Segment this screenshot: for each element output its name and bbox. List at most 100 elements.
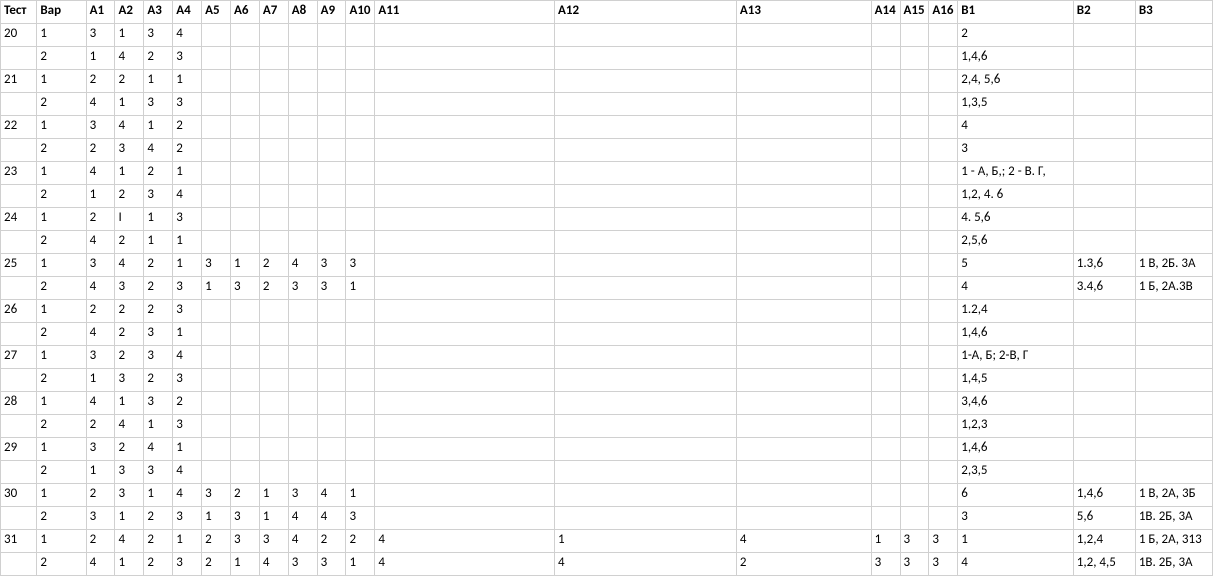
cell: 2 — [230, 484, 259, 507]
cell — [1135, 139, 1212, 162]
cell: 3.4,6 — [1073, 277, 1135, 300]
cell — [900, 185, 929, 208]
col-a6: A6 — [230, 1, 259, 24]
cell: 3 — [173, 369, 202, 392]
col-a3: A3 — [144, 1, 173, 24]
cell: 4 — [144, 139, 173, 162]
col-a1: A1 — [86, 1, 115, 24]
cell: 3 — [259, 530, 288, 553]
cell — [871, 277, 900, 300]
cell — [871, 70, 900, 93]
cell: 1В. 2Б, 3А — [1135, 553, 1212, 576]
cell — [871, 461, 900, 484]
cell: 1,3,5 — [958, 93, 1074, 116]
cell — [202, 323, 231, 346]
cell — [375, 208, 555, 231]
cell — [230, 438, 259, 461]
cell — [288, 116, 317, 139]
cell — [346, 438, 375, 461]
cell — [1073, 415, 1135, 438]
cell: 4 — [555, 553, 737, 576]
cell — [736, 185, 871, 208]
cell — [1, 47, 37, 70]
cell — [1, 185, 37, 208]
cell — [259, 323, 288, 346]
cell: 21 — [1, 70, 37, 93]
cell: 2 — [86, 530, 115, 553]
cell: 2 — [37, 139, 86, 162]
cell — [555, 231, 737, 254]
cell — [346, 208, 375, 231]
cell: 26 — [1, 300, 37, 323]
cell: 3 — [115, 461, 144, 484]
cell: 1 - А, Б,; 2 - В. Г, — [958, 162, 1074, 185]
cell — [1073, 369, 1135, 392]
cell — [346, 415, 375, 438]
cell — [1135, 300, 1212, 323]
cell: 2 — [37, 507, 86, 530]
cell: 1В. 2Б, 3А — [1135, 507, 1212, 530]
cell: 1.2,4 — [958, 300, 1074, 323]
cell — [1073, 392, 1135, 415]
cell: 2 — [202, 553, 231, 576]
cell — [317, 139, 346, 162]
cell — [346, 162, 375, 185]
cell — [202, 116, 231, 139]
cell — [1073, 24, 1135, 47]
cell — [736, 70, 871, 93]
cell — [375, 415, 555, 438]
cell: 3 — [230, 507, 259, 530]
cell — [375, 162, 555, 185]
cell: 4 — [86, 553, 115, 576]
cell — [929, 507, 958, 530]
cell: 1 — [115, 162, 144, 185]
cell — [736, 116, 871, 139]
cell — [346, 93, 375, 116]
cell — [929, 185, 958, 208]
cell — [288, 185, 317, 208]
cell — [871, 254, 900, 277]
cell — [375, 300, 555, 323]
cell — [555, 346, 737, 369]
cell: 1 — [37, 254, 86, 277]
cell — [317, 300, 346, 323]
cell — [202, 300, 231, 323]
cell — [900, 346, 929, 369]
cell — [929, 254, 958, 277]
cell: 1 — [230, 254, 259, 277]
cell — [555, 484, 737, 507]
cell: 2 — [115, 70, 144, 93]
cell — [346, 139, 375, 162]
cell — [288, 162, 317, 185]
cell — [1135, 185, 1212, 208]
cell: 4 — [288, 254, 317, 277]
cell — [230, 47, 259, 70]
cell: 27 — [1, 346, 37, 369]
cell — [202, 346, 231, 369]
cell — [736, 231, 871, 254]
cell: 1 — [259, 484, 288, 507]
cell — [230, 24, 259, 47]
cell — [736, 139, 871, 162]
cell: I — [115, 208, 144, 231]
table-row: 2432313233143.4,61 Б, 2А.3В — [1, 277, 1213, 300]
cell — [202, 438, 231, 461]
cell — [900, 277, 929, 300]
table-row: 224131,2,3 — [1, 415, 1213, 438]
cell: 2 — [144, 507, 173, 530]
cell: 4 — [144, 438, 173, 461]
cell: 4 — [173, 185, 202, 208]
cell — [929, 231, 958, 254]
cell — [202, 392, 231, 415]
cell: 1 В, 2Б. 3А — [1135, 254, 1212, 277]
cell — [929, 24, 958, 47]
col-a2: A2 — [115, 1, 144, 24]
cell — [555, 116, 737, 139]
col-a13: A13 — [736, 1, 871, 24]
cell: 1 — [86, 185, 115, 208]
cell — [736, 507, 871, 530]
cell: 3 — [115, 369, 144, 392]
cell — [900, 93, 929, 116]
cell — [259, 369, 288, 392]
cell — [375, 139, 555, 162]
